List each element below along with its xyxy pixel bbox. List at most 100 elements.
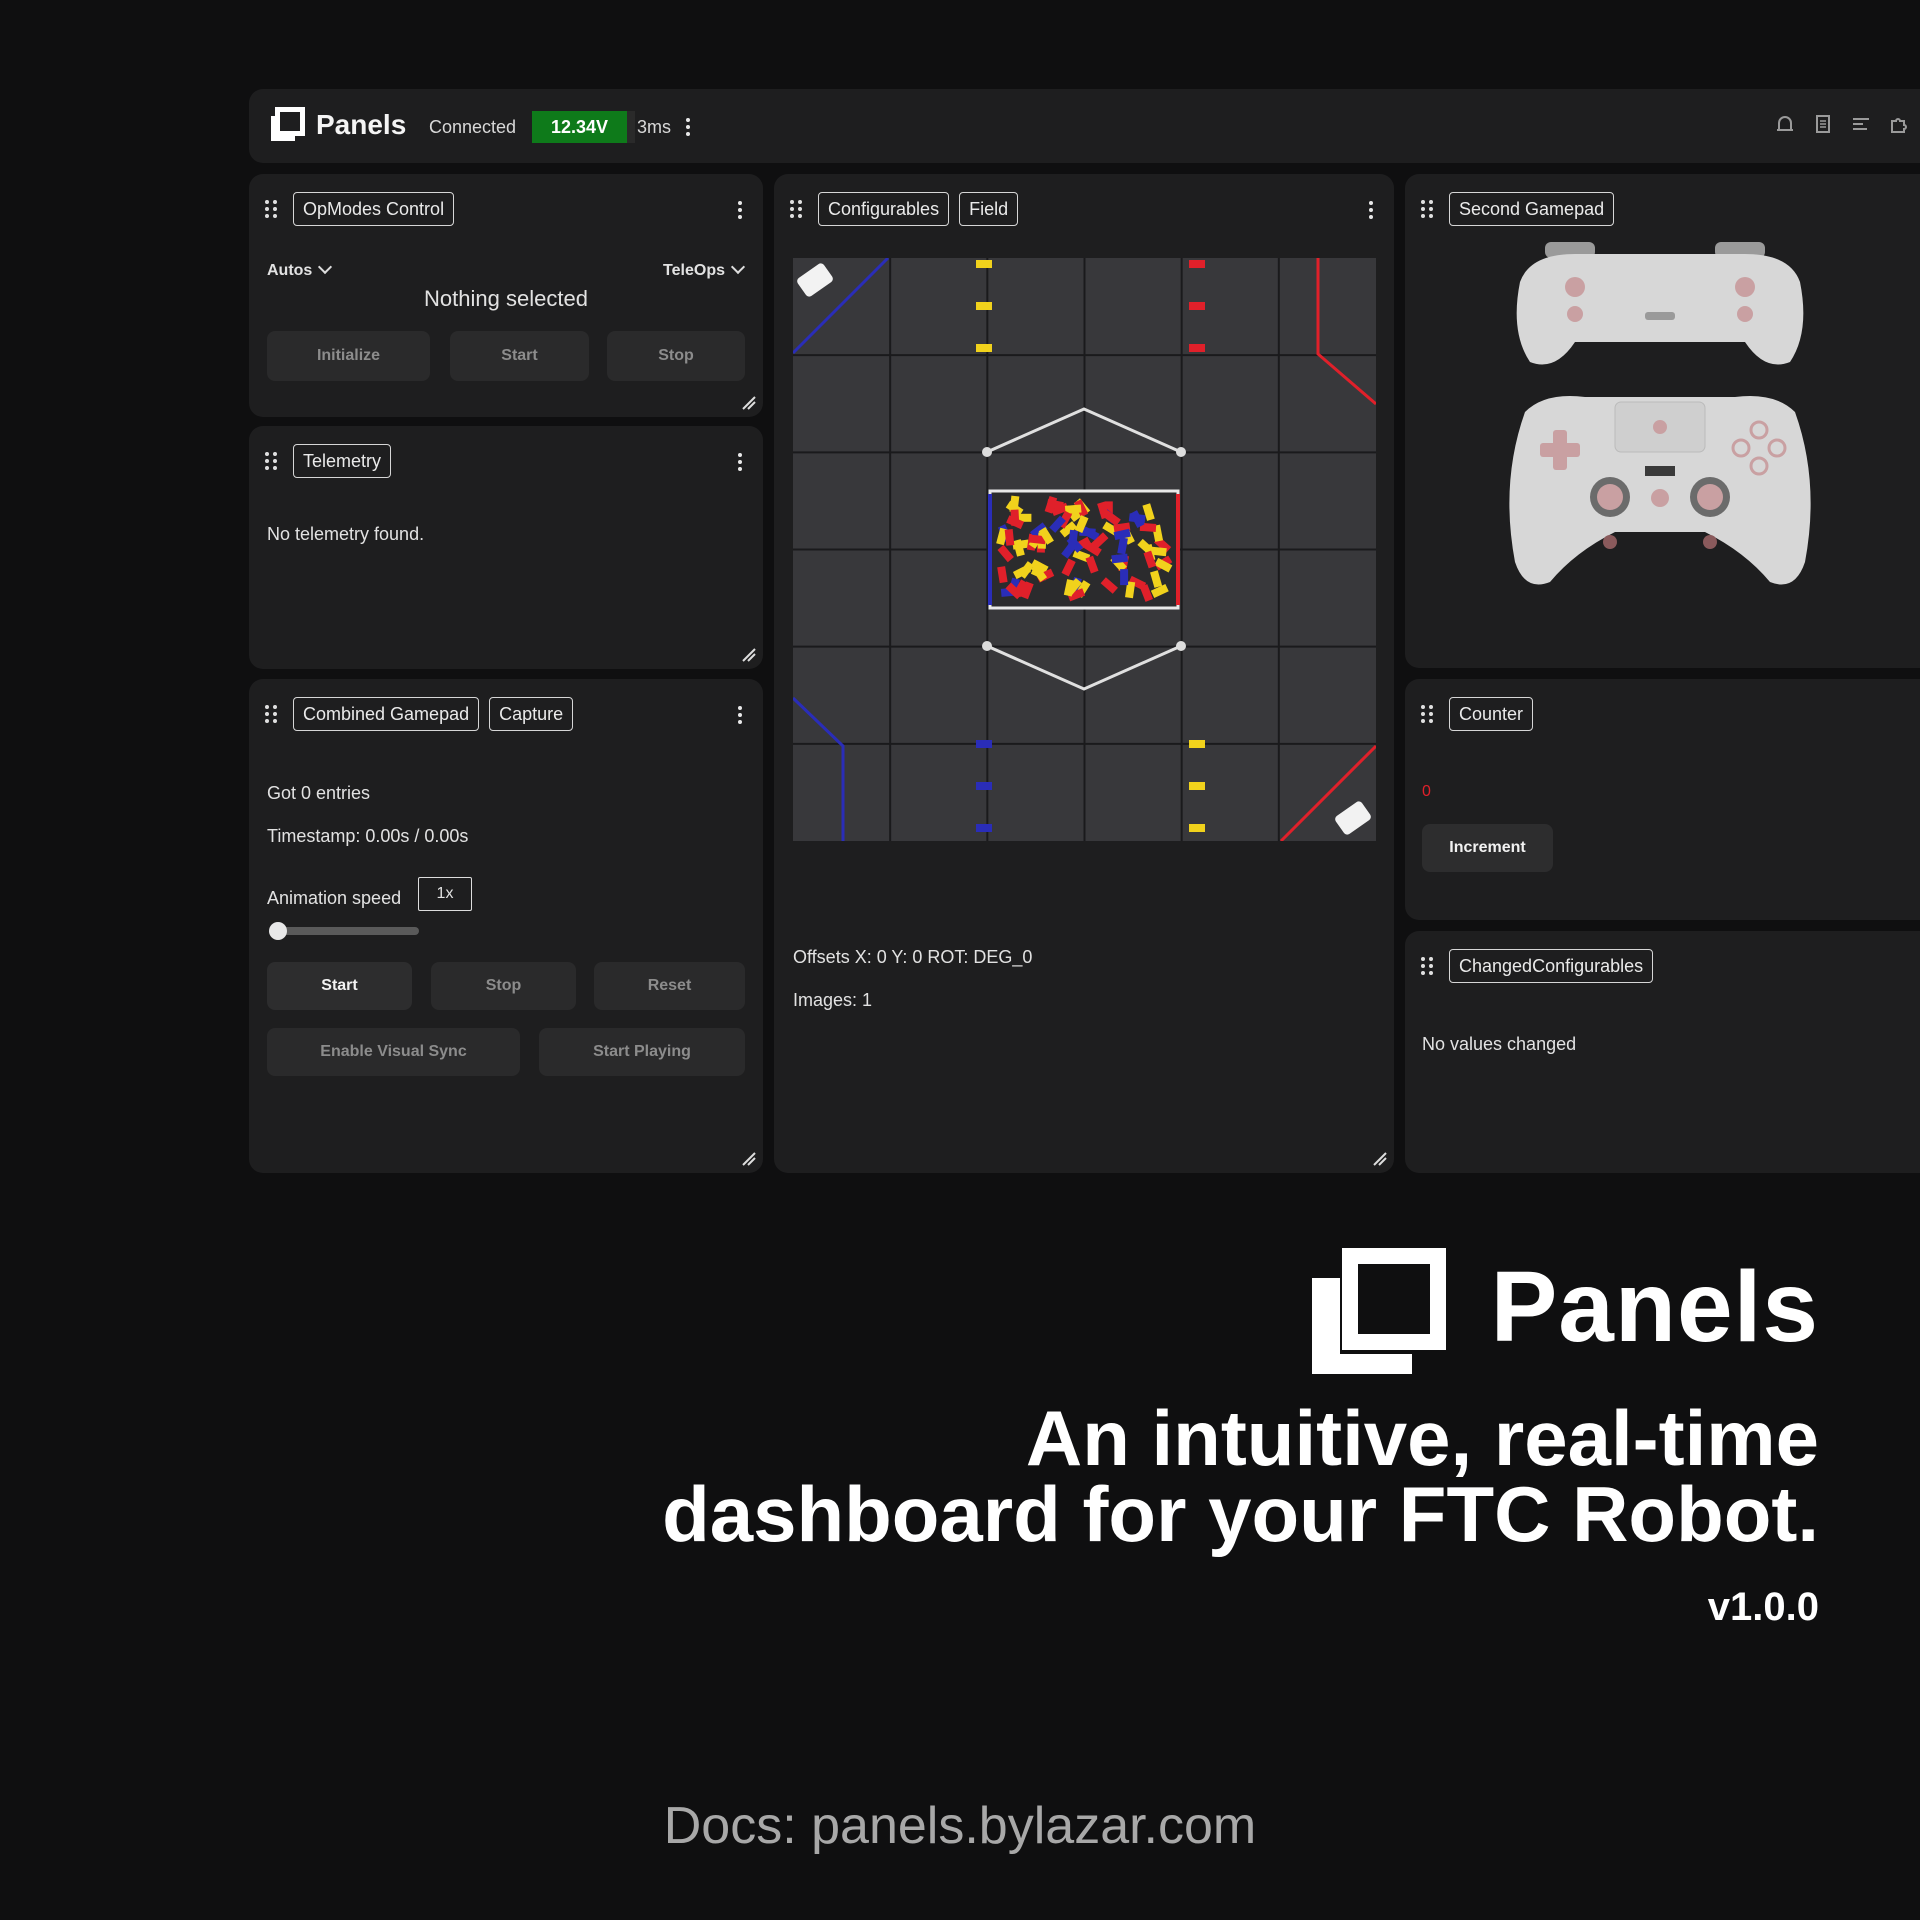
telemetry-title: Telemetry: [293, 444, 392, 478]
opmodes-title: OpModes Control: [293, 192, 455, 226]
field-tab[interactable]: Field: [959, 192, 1019, 226]
autos-dropdown[interactable]: Autos: [267, 259, 333, 280]
panels-logo-icon: [271, 107, 305, 141]
gamepad-front-view-icon: [1509, 396, 1811, 585]
top-bar: Panels Connected 12.34V 3ms: [249, 89, 1920, 163]
opmodes-panel: OpModes Control Autos TeleOps Nothing se…: [249, 174, 763, 417]
drag-handle-icon[interactable]: [1421, 705, 1433, 723]
field-sample: [976, 302, 992, 310]
field-view[interactable]: [793, 258, 1376, 841]
puzzle-icon[interactable]: [1888, 113, 1910, 135]
field-sample: [1189, 302, 1205, 310]
field-sample: [1189, 344, 1205, 352]
teleops-dropdown[interactable]: TeleOps: [663, 259, 746, 280]
panels-hero-logo-icon: [1312, 1248, 1446, 1374]
telemetry-empty: No telemetry found.: [267, 524, 425, 544]
combined-gamepad-panel: Combined Gamepad Capture Got 0 entries T…: [249, 679, 763, 1173]
teleops-label: TeleOps: [663, 262, 725, 279]
opmodes-header: OpModes Control: [265, 192, 455, 226]
resize-handle-icon[interactable]: [741, 395, 757, 411]
playback-stop-button[interactable]: Stop: [431, 962, 576, 1010]
drag-handle-icon[interactable]: [1421, 957, 1433, 975]
field-sample: [1189, 824, 1205, 832]
field-post: [982, 641, 992, 651]
field-sample: [976, 260, 992, 268]
connection-status: Connected: [429, 117, 517, 137]
second-gamepad-panel: Second Gamepad: [1405, 174, 1920, 668]
submersible-sample: [1111, 553, 1129, 564]
increment-button[interactable]: Increment: [1422, 824, 1553, 872]
field-sample: [976, 740, 992, 748]
field-sample: [1189, 782, 1205, 790]
resize-handle-icon[interactable]: [1372, 1151, 1388, 1167]
hero-title: Panels: [1490, 1251, 1819, 1363]
docs-link[interactable]: Docs: panels.bylazar.com: [0, 1796, 1920, 1856]
animation-speed-slider[interactable]: [269, 922, 419, 940]
gamepad-illustration: [1509, 242, 1811, 585]
start-playing-button[interactable]: Start Playing: [539, 1028, 745, 1076]
gamepad-top-view-icon: [1516, 242, 1804, 365]
animation-speed-select[interactable]: 1x: [418, 877, 472, 911]
field-panel: Configurables Field Offsets X: 0 Y: 0 RO…: [774, 174, 1394, 1173]
field-post: [982, 447, 992, 457]
field-post: [1176, 447, 1186, 457]
telemetry-header: Telemetry: [265, 444, 392, 478]
configurables-tab[interactable]: Configurables: [818, 192, 950, 226]
panel-menu-icon[interactable]: [737, 706, 743, 724]
field-sample: [1189, 740, 1205, 748]
drag-handle-icon[interactable]: [790, 200, 802, 218]
drag-handle-icon[interactable]: [265, 452, 277, 470]
playback-start-button[interactable]: Start: [267, 962, 412, 1010]
second-gamepad-title: Second Gamepad: [1449, 192, 1615, 226]
drag-handle-icon[interactable]: [265, 200, 277, 218]
counter-header: Counter: [1421, 697, 1534, 731]
entries-count: Got 0 entries: [267, 783, 371, 803]
field-sample: [976, 782, 992, 790]
chevron-down-icon: [730, 259, 746, 275]
chevron-down-icon: [318, 259, 333, 275]
field-sample: [976, 344, 992, 352]
stop-button[interactable]: Stop: [607, 331, 745, 381]
visual-sync-button[interactable]: Enable Visual Sync: [267, 1028, 520, 1076]
latency-readout: 3ms: [637, 117, 672, 137]
battery-voltage-badge: 12.34V: [532, 111, 627, 143]
more-options-icon[interactable]: [685, 118, 691, 136]
panel-menu-icon[interactable]: [737, 453, 743, 471]
start-button[interactable]: Start: [450, 331, 589, 381]
initialize-button[interactable]: Initialize: [267, 331, 430, 381]
changed-configurables-header: ChangedConfigurables: [1421, 949, 1654, 983]
combined-gamepad-title: Combined Gamepad: [293, 697, 480, 731]
slider-knob[interactable]: [269, 922, 287, 940]
changed-configurables-empty: No values changed: [1422, 1034, 1577, 1054]
field-header: Configurables Field: [790, 192, 1019, 226]
second-gamepad-header: Second Gamepad: [1421, 192, 1615, 226]
playback-reset-button[interactable]: Reset: [594, 962, 745, 1010]
list-icon[interactable]: [1850, 113, 1872, 135]
panel-menu-icon[interactable]: [737, 201, 743, 219]
animation-speed-label: Animation speed: [267, 888, 402, 908]
combined-gamepad-header: Combined Gamepad Capture: [265, 697, 574, 731]
bell-icon[interactable]: [1774, 113, 1796, 135]
app-brand: Panels: [316, 109, 407, 140]
field-post: [1176, 641, 1186, 651]
hero-tagline-line-1: An intuitive, real-time: [1025, 1394, 1819, 1482]
autos-label: Autos: [267, 262, 313, 279]
drag-handle-icon[interactable]: [265, 705, 277, 723]
field-sample: [1189, 260, 1205, 268]
drag-handle-icon[interactable]: [1421, 200, 1433, 218]
timestamp-readout: Timestamp: 0.00s / 0.00s: [267, 826, 469, 846]
selected-opmode: Nothing selected: [424, 286, 588, 311]
dashboard-app: Panels Connected 12.34V 3ms OpModes Cont…: [249, 89, 1920, 1174]
submersible-sample: [1120, 569, 1129, 586]
hero-tagline: An intuitive, real-time dashboard for yo…: [662, 1394, 1819, 1553]
capture-tab[interactable]: Capture: [489, 697, 574, 731]
resize-handle-icon[interactable]: [741, 1151, 757, 1167]
document-icon[interactable]: [1812, 113, 1834, 135]
resize-handle-icon[interactable]: [741, 647, 757, 663]
submersible-sample: [1150, 546, 1167, 557]
counter-title: Counter: [1449, 697, 1534, 731]
panel-menu-icon[interactable]: [1368, 201, 1374, 219]
telemetry-panel: Telemetry No telemetry found.: [249, 426, 763, 669]
battery-voltage-remainder: [627, 111, 635, 143]
counter-panel: Counter 0 Increment: [1405, 679, 1920, 920]
